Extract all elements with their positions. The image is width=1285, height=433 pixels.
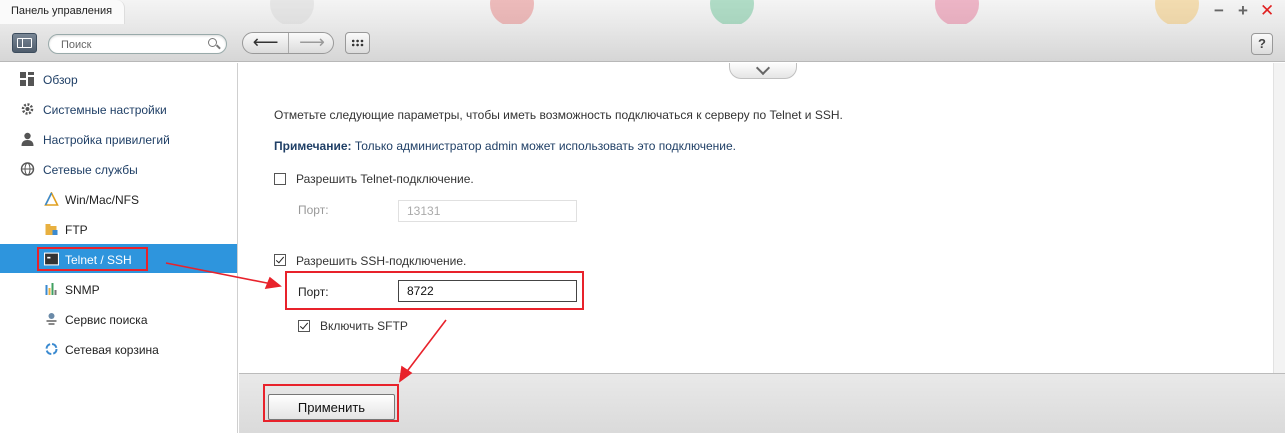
ftp-folder-icon xyxy=(45,224,58,235)
toolbar: ⟵ ⟶ ? xyxy=(0,24,1285,62)
sftp-checkbox[interactable] xyxy=(298,320,310,332)
search-service-icon xyxy=(46,313,57,325)
grid-icon xyxy=(351,39,364,47)
ssh-port-label: Порт: xyxy=(298,285,329,299)
forward-button[interactable]: ⟶ xyxy=(289,33,333,53)
footer-bar: Применить xyxy=(239,373,1285,433)
decorative-app-icon xyxy=(270,0,314,26)
chevron-down-icon xyxy=(755,60,771,76)
sidebar-item-network-recycle-bin[interactable]: Сетевая корзина xyxy=(0,335,237,363)
note-body: Только администратор admin может использ… xyxy=(351,139,736,153)
ssh-checkbox[interactable] xyxy=(274,254,286,266)
sidebar-item-search-service[interactable]: Сервис поиска xyxy=(0,305,237,333)
bar-chart-icon xyxy=(45,283,57,295)
user-icon xyxy=(21,132,34,146)
main-panel: Отметьте следующие параметры, чтобы имет… xyxy=(239,60,1285,433)
sidebar-item-label: Настройка привилегий xyxy=(43,133,170,147)
window-title: Панель управления xyxy=(0,0,125,24)
note-text: Примечание: Только администратор admin м… xyxy=(274,139,736,153)
back-button[interactable]: ⟵ xyxy=(243,33,289,53)
sidebar-item-label: Сетевая корзина xyxy=(65,343,159,357)
sidebar-item-network-services[interactable]: Сетевые службы xyxy=(0,155,237,183)
apply-highlight-box xyxy=(263,384,399,422)
telnet-port-field[interactable] xyxy=(398,200,577,222)
sidebar-item-label: Сервис поиска xyxy=(65,313,148,327)
collapse-toggle[interactable] xyxy=(729,60,797,79)
sidebar-item-label: Сетевые службы xyxy=(43,163,138,177)
network-globe-icon xyxy=(20,162,35,176)
search-icon[interactable] xyxy=(208,38,217,47)
minimize-button[interactable]: − xyxy=(1214,2,1224,20)
toggle-sidebar-button[interactable] xyxy=(12,33,37,53)
sidebar-item-snmp[interactable]: SNMP xyxy=(0,275,237,303)
telnet-label: Разрешить Telnet-подключение. xyxy=(296,172,474,186)
sidebar-item-ftp[interactable]: FTP xyxy=(0,215,237,243)
scrollbar[interactable] xyxy=(1273,63,1285,373)
decorative-app-icon xyxy=(710,0,754,26)
decorative-app-icon xyxy=(935,0,979,26)
gear-icon xyxy=(21,103,34,115)
sidebar: Обзор Системные настройки Настройка прив… xyxy=(0,63,238,433)
sidebar-item-label: Системные настройки xyxy=(43,103,167,117)
telnet-ssh-highlight-box xyxy=(37,247,148,271)
sftp-label: Включить SFTP xyxy=(320,319,408,333)
triangle-icon xyxy=(44,192,59,206)
recycle-icon xyxy=(45,343,58,355)
sidebar-item-privileges[interactable]: Настройка привилегий xyxy=(0,125,237,153)
help-button[interactable]: ? xyxy=(1251,33,1273,55)
close-button[interactable]: ✕ xyxy=(1260,2,1274,20)
search-box xyxy=(48,34,227,54)
telnet-checkbox[interactable] xyxy=(274,173,286,185)
sidebar-item-system-settings[interactable]: Системные настройки xyxy=(0,95,237,123)
sidebar-item-label: Win/Mac/NFS xyxy=(65,193,140,207)
decorative-app-icon xyxy=(1155,0,1199,26)
sidebar-item-label: SNMP xyxy=(65,283,100,297)
maximize-button[interactable]: + xyxy=(1238,2,1248,20)
telnet-port-label: Порт: xyxy=(298,203,329,217)
sidebar-item-overview[interactable]: Обзор xyxy=(0,65,237,93)
apps-grid-button[interactable] xyxy=(345,32,370,54)
intro-text: Отметьте следующие параметры, чтобы имет… xyxy=(274,108,843,122)
ssh-label: Разрешить SSH-подключение. xyxy=(296,254,467,268)
overview-icon xyxy=(20,72,34,86)
sidebar-item-label: Обзор xyxy=(43,73,78,87)
note-label: Примечание: xyxy=(274,139,352,153)
navigation-group: ⟵ ⟶ xyxy=(242,32,334,54)
panel-icon xyxy=(17,38,32,48)
ssh-port-field[interactable] xyxy=(398,280,577,302)
search-input[interactable] xyxy=(61,37,201,52)
sidebar-item-label: FTP xyxy=(65,223,88,237)
sidebar-item-win-mac-nfs[interactable]: Win/Mac/NFS xyxy=(0,185,237,213)
title-bar: Панель управления − + ✕ xyxy=(0,0,1285,26)
decorative-app-icon xyxy=(490,0,534,26)
